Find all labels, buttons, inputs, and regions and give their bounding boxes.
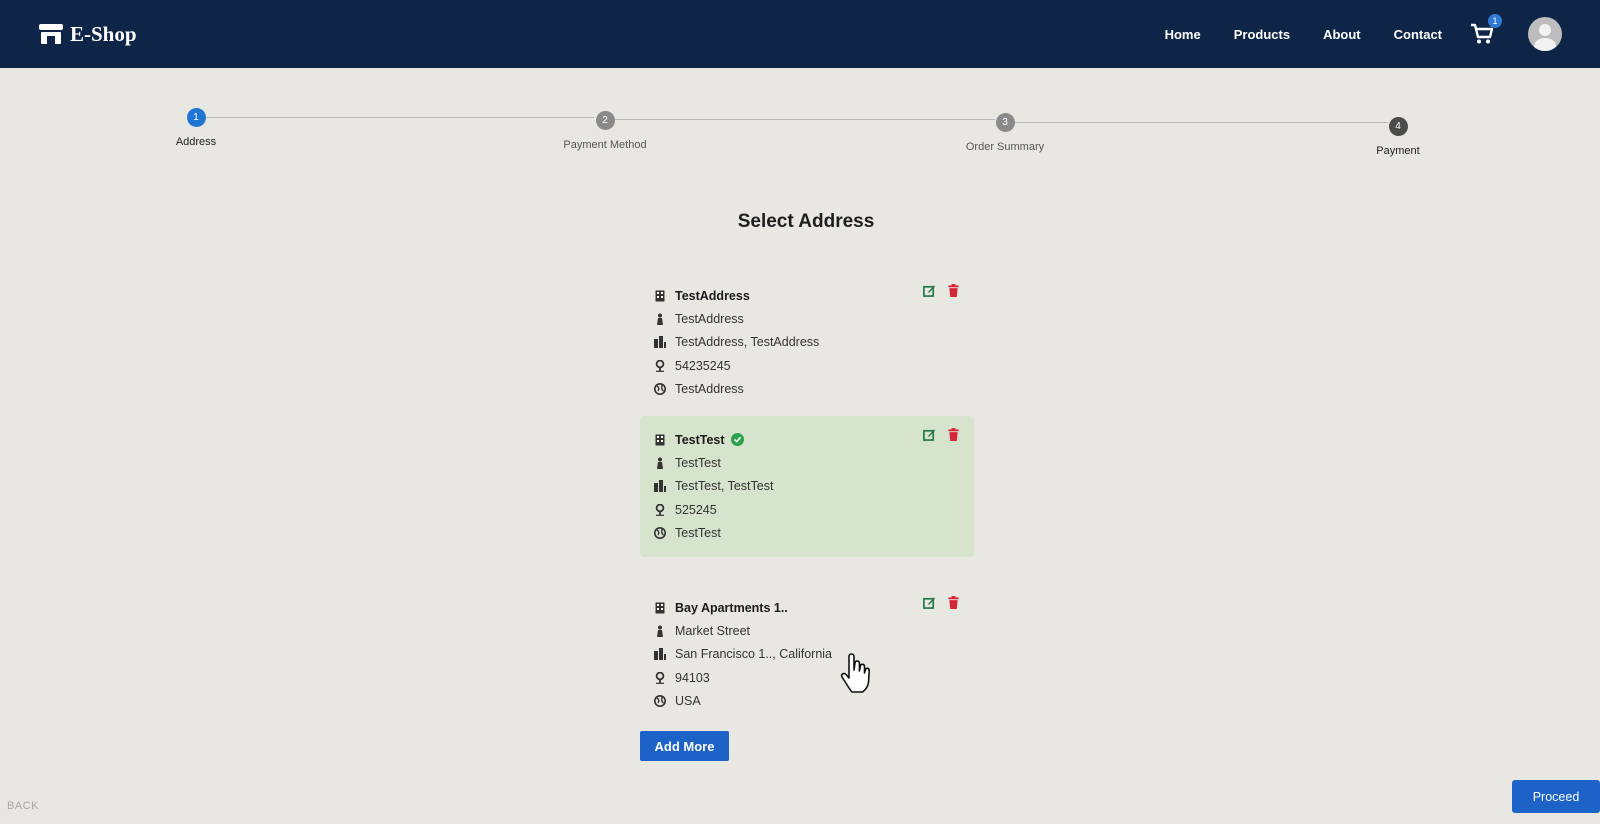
trash-icon[interactable] bbox=[947, 596, 960, 609]
back-button[interactable]: BACK bbox=[7, 800, 39, 812]
step-payment: 4 Payment bbox=[1318, 117, 1478, 157]
address-country-row: USA bbox=[654, 689, 960, 712]
globe-icon bbox=[654, 694, 666, 707]
address-zip-row: 54235245 bbox=[654, 354, 960, 377]
map-pin-icon bbox=[654, 671, 666, 684]
address-name: TestAddress bbox=[675, 288, 750, 303]
address-zip: 525245 bbox=[675, 502, 717, 517]
trash-icon[interactable] bbox=[947, 428, 960, 441]
address-street: TestAddress bbox=[675, 311, 744, 326]
city-icon bbox=[654, 480, 666, 493]
cart-count-badge: 1 bbox=[1488, 14, 1502, 28]
address-country: TestAddress bbox=[675, 381, 744, 396]
checkout-stepper: 1 Address 2 Payment Method 3 Order Summa… bbox=[0, 100, 1600, 170]
address-card-selected[interactable]: TestTest TestTest TestTest, TestTest 525… bbox=[640, 416, 974, 557]
address-zip: 94103 bbox=[675, 670, 710, 685]
address-country: USA bbox=[675, 693, 701, 708]
card-actions bbox=[923, 596, 960, 609]
step-number: 1 bbox=[186, 108, 206, 127]
brand[interactable]: E-Shop bbox=[38, 22, 137, 47]
address-name-row: Bay Apartments 1.. bbox=[654, 596, 960, 619]
address-card[interactable]: Bay Apartments 1.. Market Street San Fra… bbox=[640, 584, 974, 724]
brand-name: E-Shop bbox=[70, 21, 137, 46]
top-navbar: E-Shop Home Products About Contact 1 bbox=[0, 0, 1600, 68]
address-country: TestTest bbox=[675, 525, 721, 540]
address-zip-row: 525245 bbox=[654, 498, 960, 521]
globe-icon bbox=[654, 526, 666, 539]
edit-icon[interactable] bbox=[923, 428, 936, 441]
address-street: Market Street bbox=[675, 623, 751, 638]
step-number: 3 bbox=[995, 113, 1015, 132]
globe-icon bbox=[654, 382, 666, 395]
city-icon bbox=[654, 648, 666, 661]
address-city-state: TestTest, TestTest bbox=[675, 479, 774, 494]
nav-links: Home Products About Contact 1 bbox=[1165, 14, 1562, 51]
step-number: 2 bbox=[595, 111, 615, 130]
address-country-row: TestTest bbox=[654, 521, 960, 544]
step-order-summary: 3 Order Summary bbox=[925, 113, 1085, 153]
address-name: Bay Apartments 1.. bbox=[675, 600, 788, 615]
address-street-row: TestTest bbox=[654, 451, 960, 474]
address-street-row: TestAddress bbox=[654, 307, 960, 330]
cart-button[interactable]: 1 bbox=[1470, 14, 1502, 45]
city-icon bbox=[654, 336, 666, 349]
add-more-button[interactable]: Add More bbox=[640, 731, 729, 761]
step-label: Order Summary bbox=[965, 141, 1045, 153]
nav-link-home[interactable]: Home bbox=[1165, 27, 1201, 42]
step-label: Payment Method bbox=[563, 139, 647, 151]
edit-icon[interactable] bbox=[923, 596, 936, 609]
nav-link-contact[interactable]: Contact bbox=[1394, 27, 1442, 42]
street-icon bbox=[654, 457, 666, 469]
trash-icon[interactable] bbox=[947, 284, 960, 297]
address-country-row: TestAddress bbox=[654, 377, 960, 400]
building-icon bbox=[654, 434, 666, 446]
step-address: 1 Address bbox=[116, 108, 276, 148]
step-number: 4 bbox=[1388, 117, 1408, 136]
shop-icon bbox=[39, 24, 63, 44]
address-card[interactable]: TestAddress TestAddress TestAddress, Tes… bbox=[640, 272, 974, 412]
building-icon bbox=[654, 602, 666, 614]
address-street: TestTest bbox=[675, 455, 721, 470]
address-city-row: San Francisco 1.., California bbox=[654, 643, 960, 666]
nav-link-about[interactable]: About bbox=[1323, 27, 1361, 42]
address-street-row: Market Street bbox=[654, 619, 960, 642]
address-city-state: San Francisco 1.., California bbox=[675, 647, 833, 662]
address-zip-row: 94103 bbox=[654, 666, 960, 689]
address-city-row: TestTest, TestTest bbox=[654, 475, 960, 498]
building-icon bbox=[654, 290, 666, 302]
hand-pointer-cursor-icon bbox=[840, 653, 871, 693]
edit-icon[interactable] bbox=[923, 284, 936, 297]
address-city-row: TestAddress, TestAddress bbox=[654, 331, 960, 354]
address-name-row: TestAddress bbox=[654, 284, 960, 307]
nav-link-products[interactable]: Products bbox=[1234, 27, 1290, 42]
user-avatar-icon[interactable] bbox=[1528, 17, 1562, 51]
page-title: Select Address bbox=[737, 211, 875, 232]
step-payment-method: 2 Payment Method bbox=[525, 111, 685, 151]
step-label: Payment bbox=[1376, 145, 1420, 157]
card-actions bbox=[923, 284, 960, 297]
check-circle-icon bbox=[730, 433, 744, 447]
address-name-row: TestTest bbox=[654, 428, 960, 451]
map-pin-icon bbox=[654, 503, 666, 516]
street-icon bbox=[654, 313, 666, 325]
proceed-button[interactable]: Proceed bbox=[1512, 780, 1600, 813]
street-icon bbox=[654, 625, 666, 637]
card-actions bbox=[923, 428, 960, 441]
address-zip: 54235245 bbox=[675, 358, 731, 373]
address-city-state: TestAddress, TestAddress bbox=[675, 335, 820, 350]
address-name: TestTest bbox=[675, 432, 725, 447]
map-pin-icon bbox=[654, 359, 666, 372]
step-label: Address bbox=[175, 136, 217, 148]
